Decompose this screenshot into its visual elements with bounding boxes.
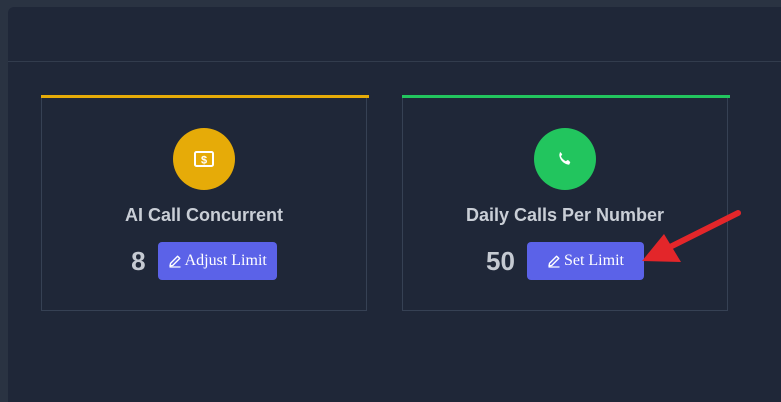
panel-header-divider: [8, 61, 781, 62]
ai-call-concurrent-card: $ AI Call Concurrent 8 Adjust Limit: [41, 95, 369, 311]
value-row: 50 Set Limit: [403, 242, 727, 280]
adjust-limit-button[interactable]: Adjust Limit: [157, 242, 277, 280]
edit-icon: [547, 254, 561, 268]
value-row: 8 Adjust Limit: [42, 242, 366, 280]
dollar-bill-icon: $: [173, 128, 235, 190]
card-title: Daily Calls Per Number: [465, 205, 665, 225]
card-title: AI Call Concurrent: [124, 205, 284, 225]
edit-icon: [168, 254, 182, 268]
svg-text:$: $: [201, 155, 207, 167]
daily-calls-per-number-card: Daily Calls Per Number 50 Set Limit: [402, 95, 730, 311]
set-limit-label: Set Limit: [563, 252, 624, 269]
limit-value: 50: [486, 245, 515, 276]
set-limit-button[interactable]: Set Limit: [526, 242, 644, 280]
card-accent-bar: [41, 95, 369, 98]
phone-icon: [534, 128, 596, 190]
adjust-limit-label: Adjust Limit: [184, 252, 267, 269]
limit-value: 8: [131, 245, 146, 276]
card-accent-bar: [402, 95, 730, 98]
